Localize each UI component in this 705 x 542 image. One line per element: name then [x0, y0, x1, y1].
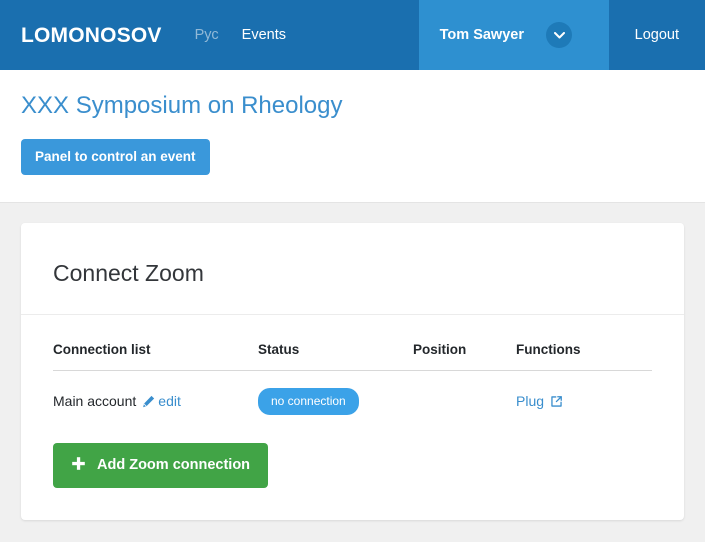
- card-title: Connect Zoom: [53, 260, 204, 286]
- connect-zoom-card: Connect Zoom Connection list Status Posi…: [21, 223, 684, 520]
- cell-functions: Plug: [516, 371, 652, 416]
- navbar-links: Рус Events: [195, 28, 286, 43]
- card-divider: [21, 314, 684, 316]
- edit-link[interactable]: edit: [158, 393, 181, 409]
- column-header-position: Position: [413, 342, 516, 372]
- user-name-label: Tom Sawyer: [439, 27, 524, 43]
- column-header-connection-list: Connection list: [53, 342, 258, 372]
- external-link-icon: [550, 395, 563, 411]
- column-header-functions: Functions: [516, 342, 652, 372]
- cell-connection-name: Main account edit: [53, 371, 258, 416]
- table-header-row: Connection list Status Position Function…: [53, 342, 652, 372]
- cell-status: no connection: [258, 371, 413, 416]
- plug-link[interactable]: Plug: [516, 393, 563, 409]
- panel-to-control-event-button[interactable]: Panel to control an event: [21, 139, 210, 175]
- add-zoom-connection-button[interactable]: Add Zoom connection: [53, 443, 269, 488]
- user-menu[interactable]: Tom Sawyer: [418, 0, 609, 70]
- column-header-status: Status: [258, 342, 413, 372]
- page-body: Connect Zoom Connection list Status Posi…: [0, 203, 705, 540]
- logout-container: Logout: [609, 0, 705, 70]
- navbar-left-group: LOMONOSOV Рус Events: [0, 0, 419, 70]
- page-title: XXX Symposium on Rheology: [21, 92, 343, 119]
- table-body: Main account edit no connection Plug: [53, 371, 652, 416]
- table-row: Main account edit no connection Plug: [53, 371, 652, 416]
- cell-position: [413, 371, 516, 416]
- pencil-icon[interactable]: [142, 395, 155, 411]
- chevron-down-icon[interactable]: [546, 22, 572, 48]
- page-header-band: XXX Symposium on Rheology Panel to contr…: [0, 70, 705, 203]
- nav-link-rus[interactable]: Рус: [195, 28, 219, 43]
- brand-logo[interactable]: LOMONOSOV: [21, 25, 162, 46]
- nav-link-events[interactable]: Events: [242, 28, 286, 43]
- add-zoom-connection-label: Add Zoom connection: [97, 457, 251, 474]
- status-badge: no connection: [258, 388, 359, 416]
- top-navbar: LOMONOSOV Рус Events Tom Sawyer Logout: [0, 0, 705, 70]
- connection-name-label: Main account: [53, 392, 137, 409]
- logout-button[interactable]: Logout: [635, 27, 679, 43]
- connections-table: Connection list Status Position Function…: [53, 342, 652, 416]
- plus-icon: [71, 456, 86, 475]
- table-head: Connection list Status Position Function…: [53, 342, 652, 372]
- plug-label: Plug: [516, 392, 545, 409]
